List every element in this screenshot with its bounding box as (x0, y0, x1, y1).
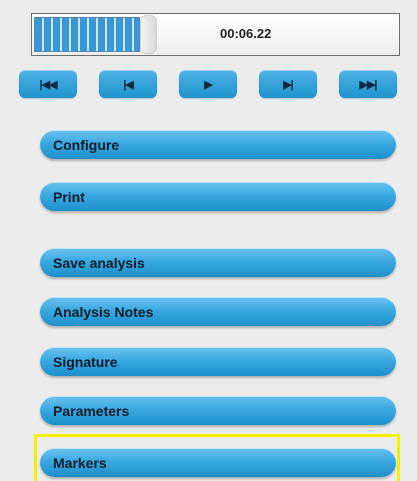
play-button[interactable]: ▶ (179, 70, 237, 98)
skip-to-end-button[interactable]: ▶▶| (339, 70, 397, 98)
playback-progress-fill (34, 17, 140, 52)
step-back-button[interactable]: |◀ (99, 70, 157, 98)
skip-to-start-button[interactable]: |◀◀ (19, 70, 77, 98)
signature-button[interactable]: Signature (40, 347, 396, 376)
print-button[interactable]: Print (40, 182, 396, 211)
playback-scrubber[interactable]: 00:06.22 (31, 13, 400, 56)
selection-highlight (34, 434, 400, 481)
playback-time: 00:06.22 (220, 26, 272, 41)
configure-button[interactable]: Configure (40, 130, 396, 159)
parameters-button[interactable]: Parameters (40, 396, 396, 425)
scrubber-thumb[interactable] (140, 15, 157, 54)
step-forward-button[interactable]: ▶| (259, 70, 317, 98)
analysis-notes-button[interactable]: Analysis Notes (40, 297, 396, 326)
save-analysis-button[interactable]: Save analysis (40, 248, 396, 277)
